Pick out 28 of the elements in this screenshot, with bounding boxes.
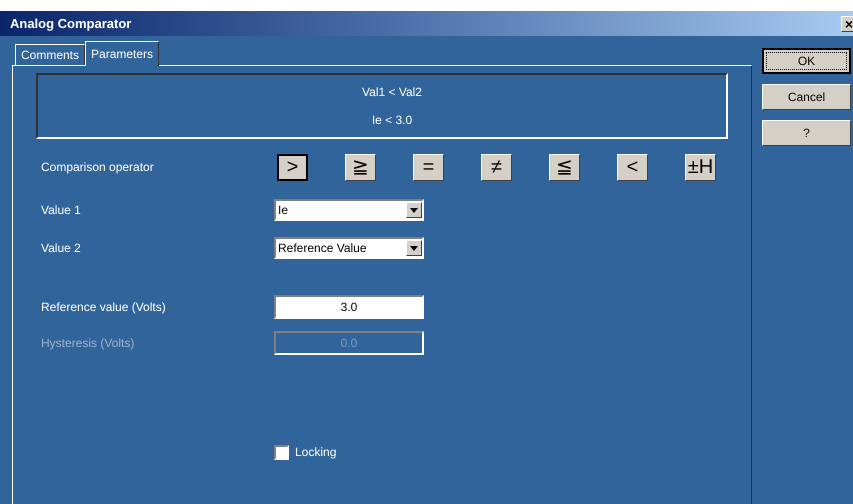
field-label: Comparison operator bbox=[41, 159, 155, 176]
checkbox-label: Locking bbox=[295, 444, 336, 461]
tab[interactable]: Comments bbox=[15, 44, 86, 65]
dropdown[interactable]: Ie bbox=[274, 199, 424, 221]
caret-icon bbox=[406, 202, 422, 218]
operator-button[interactable]: < bbox=[617, 154, 648, 180]
operator-button[interactable]: ≦ bbox=[549, 154, 580, 180]
window-title: Analog Comparator bbox=[10, 14, 132, 33]
dialog-button[interactable]: ? bbox=[762, 120, 851, 146]
operator-button[interactable]: = bbox=[413, 154, 444, 180]
close-button[interactable]: × bbox=[841, 16, 853, 32]
field-label: Reference value (Volts) bbox=[41, 299, 167, 316]
dialog-button[interactable]: OK bbox=[762, 48, 851, 74]
operator-button[interactable]: ≧ bbox=[345, 154, 376, 180]
checkbox[interactable] bbox=[274, 444, 289, 460]
dropdown[interactable]: Reference Value bbox=[274, 237, 424, 259]
operator-button[interactable]: ±H bbox=[685, 154, 716, 180]
summary-text: Val1 < Val2 bbox=[362, 84, 422, 101]
input-field[interactable]: 3.0 bbox=[274, 295, 424, 319]
operator-button[interactable]: > bbox=[277, 154, 308, 180]
field-label: Hysteresis (Volts) bbox=[41, 335, 136, 352]
dialog-button[interactable]: Cancel bbox=[762, 84, 851, 110]
field-label: Value 1 bbox=[41, 202, 82, 219]
tab[interactable]: Parameters bbox=[85, 41, 160, 66]
operator-button[interactable]: ≠ bbox=[481, 154, 512, 180]
caret-icon bbox=[406, 240, 422, 256]
field-label: Value 2 bbox=[41, 240, 82, 257]
summary-text: Ie < 3.0 bbox=[372, 112, 412, 129]
